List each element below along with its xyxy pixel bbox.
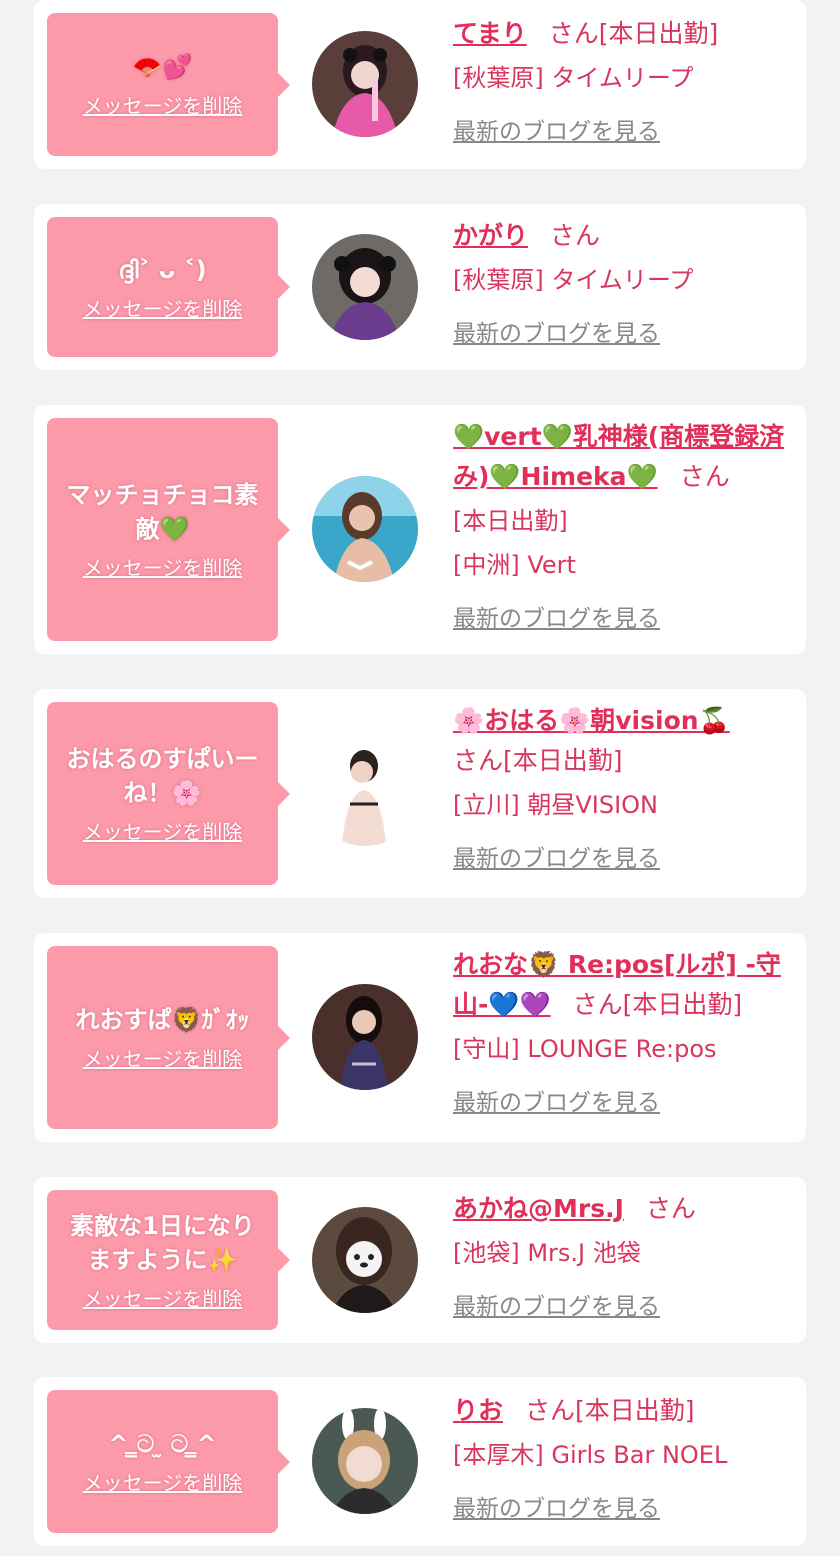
- latest-blog-link[interactable]: 最新のブログを見る: [453, 1489, 660, 1523]
- cast-info: かがり さん [秋葉原] タイムリープ 最新のブログを見る: [453, 216, 798, 348]
- cast-info: 💚vert💚乳神様(商標登録済み)💚Himeka💚 さん [本日出勤] [中洲] …: [453, 417, 798, 633]
- message-text: 素敵な1日になりますように✨: [70, 1211, 255, 1274]
- message-card: ദ്ദി˃ ᴗ ˂) メッセージを削除 かがり さん [秋葉原] タイムリープ 最…: [34, 204, 806, 370]
- avatar[interactable]: [312, 1207, 418, 1313]
- cast-name-link[interactable]: 🌸おはる🌸朝vision🍒: [453, 706, 730, 735]
- cast-info: あかね@Mrs.J さん [池袋] Mrs.J 池袋 最新のブログを見る: [453, 1189, 798, 1321]
- message-bubble: ദ്ദി˃ ᴗ ˂) メッセージを削除: [47, 217, 290, 357]
- cast-info: てまり さん[本日出勤] [秋葉原] タイムリープ 最新のブログを見る: [453, 14, 798, 146]
- message-text: おはるのすぱいーね！🌸: [66, 745, 259, 807]
- honorific: さん: [453, 746, 504, 775]
- on-duty-badge: [本日出勤]: [503, 746, 623, 775]
- avatar-photo: [312, 1207, 418, 1313]
- shop-info: [本厚木] Girls Bar NOEL: [453, 1441, 728, 1469]
- avatar-photo: [312, 476, 418, 582]
- message-bubble: れおすぱ🦁ｶﾞｵｯ メッセージを削除: [47, 946, 290, 1129]
- delete-message-link[interactable]: メッセージを削除: [83, 816, 243, 845]
- cast-name-link[interactable]: あかね@Mrs.J: [453, 1194, 624, 1223]
- avatar-photo: [312, 234, 418, 340]
- message-card: 素敵な1日になりますように✨ メッセージを削除 あかね@Mrs.J さん [池袋]…: [34, 1177, 806, 1343]
- shop-info: [秋葉原] タイムリープ: [453, 64, 694, 92]
- cast-info: りお さん[本日出勤] [本厚木] Girls Bar NOEL 最新のブログを見…: [453, 1391, 798, 1523]
- honorific: さん: [550, 221, 601, 250]
- shop-info: [秋葉原] タイムリープ: [453, 266, 694, 294]
- message-card: れおすぱ🦁ｶﾞｵｯ メッセージを削除 れおな🦁 Re:pos[ルポ] -守山-💙…: [34, 933, 806, 1142]
- cast-name-link[interactable]: 💚vert💚乳神様(商標登録済み)💚Himeka💚: [453, 422, 784, 491]
- latest-blog-link[interactable]: 最新のブログを見る: [453, 1287, 660, 1321]
- avatar-photo: [312, 740, 418, 846]
- avatar[interactable]: [312, 31, 418, 137]
- latest-blog-link[interactable]: 最新のブログを見る: [453, 112, 660, 146]
- avatar-photo: [312, 984, 418, 1090]
- delete-message-link[interactable]: メッセージを削除: [83, 293, 243, 322]
- latest-blog-link[interactable]: 最新のブログを見る: [453, 1083, 660, 1117]
- on-duty-badge: [本日出勤]: [575, 1396, 695, 1425]
- message-bubble: マッチョチョコ素敵💚 メッセージを削除: [47, 418, 290, 641]
- delete-message-link[interactable]: メッセージを削除: [83, 90, 243, 119]
- avatar[interactable]: [312, 476, 418, 582]
- latest-blog-link[interactable]: 最新のブログを見る: [453, 839, 660, 873]
- avatar-photo: [312, 31, 418, 137]
- avatar[interactable]: [312, 984, 418, 1090]
- avatar[interactable]: [312, 740, 418, 846]
- avatar[interactable]: [312, 1408, 418, 1514]
- avatar[interactable]: [312, 234, 418, 340]
- message-bubble: ^ ̳ට ̫ ට ̳^ メッセージを削除: [47, 1390, 290, 1533]
- honorific: さん: [572, 990, 623, 1019]
- shop-info: [守山] LOUNGE Re:pos: [453, 1035, 717, 1063]
- latest-blog-link[interactable]: 最新のブログを見る: [453, 314, 660, 348]
- cast-name-link[interactable]: りお: [453, 1396, 503, 1425]
- message-bubble: 素敵な1日になりますように✨ メッセージを削除: [47, 1190, 290, 1330]
- message-text: ^ ̳ට ̫ ට ̳^: [108, 1430, 217, 1458]
- avatar-photo: [312, 1408, 418, 1514]
- on-duty-badge: [本日出勤]: [622, 990, 743, 1019]
- delete-message-link[interactable]: メッセージを削除: [83, 552, 243, 581]
- shop-info: [立川] 朝昼VISION: [453, 791, 659, 819]
- honorific: さん: [525, 1396, 576, 1425]
- message-card: おはるのすぱいーね！🌸 メッセージを削除 🌸おはる🌸朝vision🍒 さん[本日…: [34, 689, 806, 898]
- on-duty-badge: [本日出勤]: [453, 507, 568, 535]
- message-text: 🪭💕: [132, 53, 193, 81]
- delete-message-link[interactable]: メッセージを削除: [83, 1467, 243, 1496]
- delete-message-link[interactable]: メッセージを削除: [83, 1283, 243, 1312]
- message-bubble: おはるのすぱいーね！🌸 メッセージを削除: [47, 702, 290, 885]
- cast-info: 🌸おはる🌸朝vision🍒 さん[本日出勤] [立川] 朝昼VISION 最新の…: [453, 701, 798, 873]
- message-bubble: 🪭💕 メッセージを削除: [47, 13, 290, 156]
- message-text: ദ്ദി˃ ᴗ ˂): [118, 255, 207, 284]
- shop-info: [中洲] Vert: [453, 551, 576, 579]
- message-list: 🪭💕 メッセージを削除 てまり さん[本日出勤] [秋葉原] タイムリープ 最新の…: [0, 0, 840, 1556]
- on-duty-badge: [本日出勤]: [598, 19, 719, 48]
- message-text: マッチョチョコ素敵💚: [66, 481, 259, 543]
- cast-name-link[interactable]: かがり: [453, 221, 528, 250]
- message-text: れおすぱ🦁ｶﾞｵｯ: [75, 1006, 250, 1034]
- message-card: ^ ̳ට ̫ ට ̳^ メッセージを削除 りお さん[本日出勤] [本厚木] Gi…: [34, 1377, 806, 1546]
- message-card: 🪭💕 メッセージを削除 てまり さん[本日出勤] [秋葉原] タイムリープ 最新の…: [34, 0, 806, 169]
- honorific: さん: [645, 1194, 696, 1223]
- honorific: さん: [548, 19, 599, 48]
- delete-message-link[interactable]: メッセージを削除: [83, 1043, 243, 1072]
- latest-blog-link[interactable]: 最新のブログを見る: [453, 599, 660, 633]
- cast-info: れおな🦁 Re:pos[ルポ] -守山-💙💜 さん[本日出勤] [守山] LOUN…: [453, 945, 798, 1117]
- message-card: マッチョチョコ素敵💚 メッセージを削除 💚vert💚乳神様(商標登録済み)💚Hi…: [34, 405, 806, 654]
- honorific: さん: [679, 462, 730, 491]
- cast-name-link[interactable]: てまり: [453, 19, 527, 48]
- shop-info: [池袋] Mrs.J 池袋: [453, 1239, 641, 1267]
